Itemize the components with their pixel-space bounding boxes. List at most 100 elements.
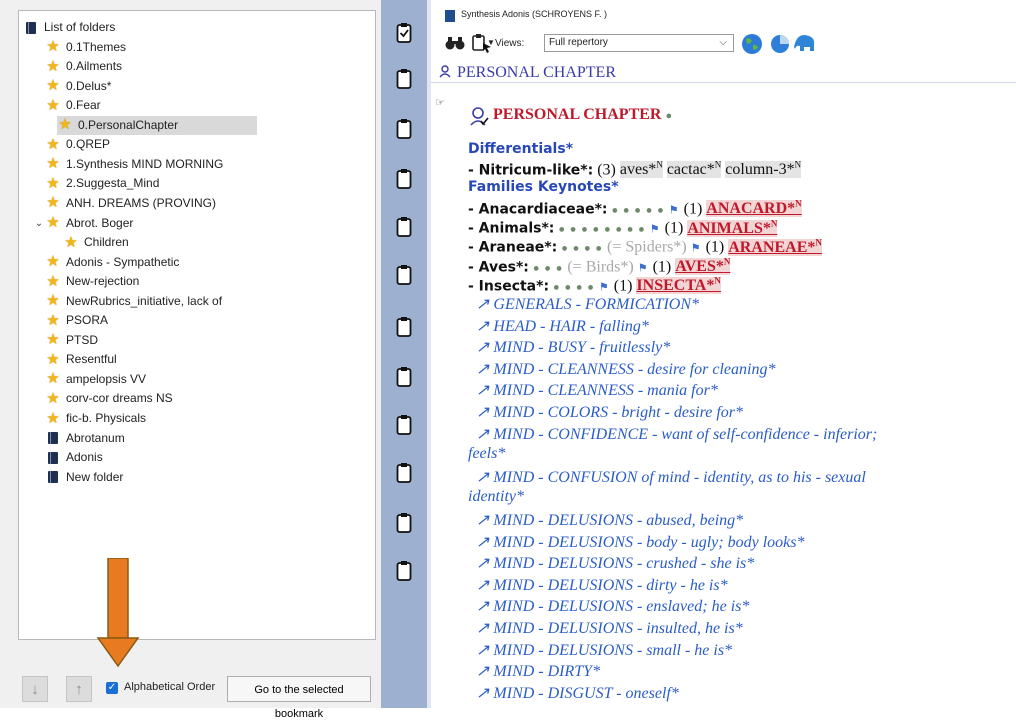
family-remedy-link[interactable]: AVES*N bbox=[675, 256, 731, 275]
rubric-link[interactable]: ↗ MIND - BUSY - fruitlessly* bbox=[476, 337, 670, 357]
tree-item[interactable]: Adonis bbox=[45, 448, 103, 467]
rubric-link[interactable]: ↗ MIND - CONFIDENCE - want of self-confi… bbox=[476, 424, 877, 444]
tree-item[interactable]: ★ 2.Suggesta_Mind bbox=[45, 174, 159, 193]
tree-item[interactable]: Abrotanum bbox=[45, 429, 125, 448]
views-dropdown-arrow-icon: ▼ bbox=[487, 38, 495, 47]
rubric-link[interactable]: ↗ MIND - DELUSIONS - body - ugly; body l… bbox=[476, 532, 804, 552]
star-glyph: ★ bbox=[46, 311, 60, 329]
tree-item-label: List of folders bbox=[44, 20, 116, 34]
tree-item[interactable]: ★ NewRubrics_initiative, lack of bbox=[45, 292, 222, 311]
tree-item[interactable]: ★ Resentful bbox=[45, 350, 116, 369]
rubric-link[interactable]: ↗ MIND - DELUSIONS - insulted, he is* bbox=[476, 618, 743, 638]
book-icon bbox=[45, 430, 61, 446]
rubric-link[interactable]: ↗ MIND - DELUSIONS - crushed - she is* bbox=[476, 553, 754, 573]
rubric-link[interactable]: ↗ MIND - DELUSIONS - abused, being* bbox=[476, 510, 743, 530]
tree-item[interactable]: ★ New-rejection bbox=[45, 272, 139, 291]
tree-item[interactable]: ★ corv-cor dreams NS bbox=[45, 389, 172, 408]
nitricum-rubric[interactable]: - Nitricum-like*: (3) aves*N cactac*N co… bbox=[468, 160, 802, 179]
globe-icon[interactable] bbox=[741, 33, 763, 55]
tree-item-label: Children bbox=[84, 235, 129, 250]
tree-item[interactable]: ★ PTSD bbox=[45, 331, 98, 350]
tree-item[interactable]: ⌄ ★ Abrot. Boger bbox=[33, 214, 134, 233]
family-remedy-link[interactable]: INSECTA*N bbox=[636, 276, 721, 295]
clipboard-icon[interactable] bbox=[396, 462, 412, 484]
tree-item[interactable]: ⌄List of folders bbox=[19, 18, 116, 37]
tree-item[interactable]: ★ fic-b. Physicals bbox=[45, 409, 146, 428]
rubric-link[interactable]: ↗ MIND - CLEANNESS - desire for cleaning… bbox=[476, 359, 775, 379]
rubric-link[interactable]: ↗ GENERALS - FORMICATION* bbox=[476, 294, 699, 314]
family-name: - Anacardiaceae*: bbox=[468, 201, 608, 218]
family-rubric[interactable]: - Aves*: ● ● ● (= Birds*) ⚑ (1) AVES*N bbox=[468, 256, 731, 276]
tree-item-selected[interactable]: ★ 0.PersonalChapter bbox=[57, 115, 257, 135]
rubric-link[interactable]: ↗ MIND - DELUSIONS - enslaved; he is* bbox=[476, 596, 749, 616]
family-rubric[interactable]: - Insecta*: ● ● ● ● ⚑ (1) INSECTA*N bbox=[468, 276, 721, 295]
rubric-link[interactable]: ↗ MIND - COLORS - bright - desire for* bbox=[476, 402, 743, 422]
star-icon: ★ bbox=[45, 410, 61, 427]
differentials-heading[interactable]: Differentials* bbox=[468, 141, 573, 157]
family-remedy-link[interactable]: ANIMALS*N bbox=[687, 218, 778, 237]
chevron-down-icon[interactable]: ⌄ bbox=[33, 214, 45, 233]
clipboard-icon[interactable] bbox=[396, 414, 412, 436]
star-icon: ★ bbox=[45, 332, 61, 348]
remedy-aves[interactable]: aves*N bbox=[619, 160, 663, 179]
family-rubric[interactable]: - Anacardiaceae*: ● ● ● ● ● ⚑ (1) ANACAR… bbox=[468, 199, 802, 218]
tree-item[interactable]: New folder bbox=[45, 468, 123, 487]
clipboard-icon[interactable] bbox=[396, 264, 412, 286]
tree-item[interactable]: ★ Children bbox=[63, 233, 129, 252]
rubric-link[interactable]: ↗ MIND - CLEANNESS - mania for* bbox=[476, 380, 718, 400]
remedy-cactac[interactable]: cactac*N bbox=[666, 160, 722, 179]
clipboard-checked-icon[interactable] bbox=[396, 22, 412, 44]
clipboard-icon[interactable] bbox=[396, 216, 412, 238]
clipboard-icon[interactable] bbox=[396, 118, 412, 140]
rubric-link[interactable]: ↗ HEAD - HAIR - falling* bbox=[476, 316, 649, 336]
rubric-link[interactable]: feels* bbox=[468, 445, 505, 463]
clipboard-icon[interactable] bbox=[396, 168, 412, 190]
alphabetical-order-checkbox[interactable]: ✓ bbox=[106, 682, 118, 694]
tree-item[interactable]: ★ 0.Delus* bbox=[45, 77, 111, 96]
tree-item-label: 0.QREP bbox=[66, 137, 111, 152]
family-remedy-sup: N bbox=[723, 256, 731, 267]
clipboard-icon[interactable] bbox=[396, 512, 412, 534]
rubric-link[interactable]: ↗ MIND - CONFUSION of mind - identity, a… bbox=[476, 467, 866, 487]
rubric-link[interactable]: ↗ MIND - DISGUST - oneself* bbox=[476, 683, 679, 703]
clipboard-icon[interactable] bbox=[396, 366, 412, 388]
clipboard-icon[interactable] bbox=[396, 560, 412, 582]
star-glyph: ★ bbox=[46, 350, 60, 368]
rubric-link[interactable]: ↗ MIND - DELUSIONS - small - he is* bbox=[476, 640, 732, 660]
families-keynotes-heading[interactable]: Families Keynotes* bbox=[468, 179, 619, 195]
pie-chart-icon[interactable] bbox=[769, 33, 791, 55]
tree-item[interactable]: ★ 0.Ailments bbox=[45, 57, 122, 76]
views-select[interactable]: Full repertory ⌵ bbox=[544, 34, 734, 52]
chapter-header-title: PERSONAL CHAPTER bbox=[457, 64, 616, 81]
tree-item[interactable]: ★ 0.1Themes bbox=[45, 38, 126, 57]
flag-icon: ⚑ bbox=[668, 204, 680, 217]
tree-item[interactable]: ★ 1.Synthesis MIND MORNING bbox=[45, 155, 223, 174]
rubric-link[interactable]: ↗ MIND - DIRTY* bbox=[476, 661, 600, 681]
clipboard-icon[interactable] bbox=[396, 316, 412, 338]
move-down-button[interactable]: ↓ bbox=[22, 676, 48, 702]
tree-item[interactable]: ★ PSORA bbox=[45, 311, 108, 330]
family-remedy-link[interactable]: ARANEAE*N bbox=[728, 237, 822, 256]
rubric-link[interactable]: ↗ MIND - DELUSIONS - dirty - he is* bbox=[476, 575, 728, 595]
tree-item-label: Adonis bbox=[66, 450, 103, 465]
move-up-button[interactable]: ↑ bbox=[66, 676, 92, 702]
rubric-link[interactable]: identity* bbox=[468, 488, 524, 506]
family-rubric[interactable]: - Araneae*: ● ● ● ● (= Spiders*) ⚑ (1) A… bbox=[468, 237, 822, 256]
tree-item[interactable]: ★ ampelopsis VV bbox=[45, 370, 146, 389]
binoculars-icon[interactable] bbox=[445, 35, 465, 51]
person-icon bbox=[439, 65, 451, 78]
family-rubric[interactable]: - Animals*: ● ● ● ● ● ● ● ● ⚑ (1) ANIMAL… bbox=[468, 218, 778, 237]
remedy-column-3[interactable]: column-3*N bbox=[725, 160, 802, 179]
tree-item[interactable]: ★ ANH. DREAMS (PROVING) bbox=[45, 194, 216, 213]
folder-tree[interactable]: ⌄List of folders★0.1Themes★0.Ailments★0.… bbox=[18, 10, 376, 640]
family-remedy-link[interactable]: ANACARD*N bbox=[706, 199, 802, 218]
clipboard-icon[interactable] bbox=[396, 68, 412, 90]
go-to-bookmark-button[interactable]: Go to the selected bookmark bbox=[227, 676, 371, 720]
repertory-title: Synthesis Adonis (SCHROYENS F. ) bbox=[461, 9, 608, 19]
tree-item[interactable]: ★ 0.Fear bbox=[45, 96, 100, 115]
tree-item-label: NewRubrics_initiative, lack of bbox=[66, 293, 223, 308]
info-dots: ● ● ● ● ● ● ● ● bbox=[558, 223, 646, 236]
elephant-icon[interactable] bbox=[793, 33, 819, 55]
tree-item[interactable]: ★ Adonis - Sympathetic bbox=[45, 253, 179, 272]
tree-item[interactable]: ★ 0.QREP bbox=[45, 135, 110, 154]
